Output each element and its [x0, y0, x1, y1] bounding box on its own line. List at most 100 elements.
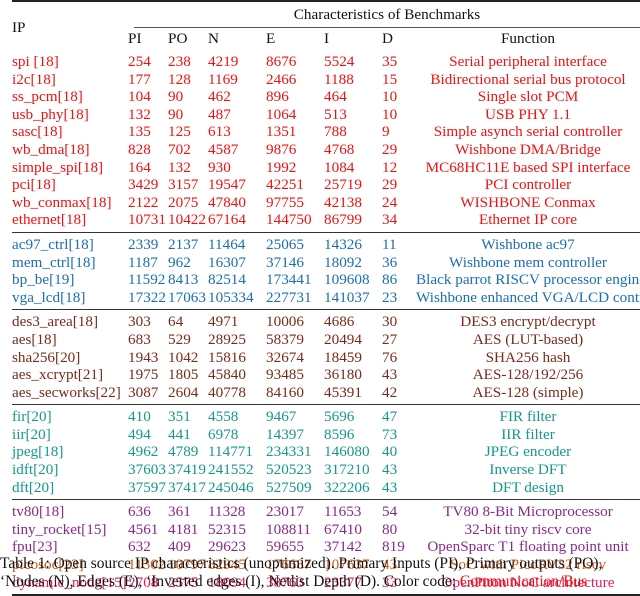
cell-po: 1805: [168, 366, 199, 384]
cell-n: 245046: [208, 478, 254, 496]
cell-po: 4789: [168, 443, 199, 461]
cell-i: 45391: [324, 383, 362, 401]
cell-function: Simple asynch serial controller: [433, 123, 623, 141]
col-header-e: E: [266, 30, 276, 48]
table-row: wb_dma[18] 828 702 4587 9876 4768 29 Wishbone D…: [12, 141, 640, 159]
cell-e: 9467: [266, 404, 324, 426]
cell-ip: jpeg[18]: [12, 443, 64, 461]
cell-e: 8676: [266, 53, 297, 70]
cell-pi: 132: [128, 105, 151, 123]
cell-e: 108811: [266, 520, 311, 538]
cell-ip: simple_spi[18]: [12, 158, 104, 176]
cell-d: 80: [382, 520, 398, 538]
cell-n: 29623: [208, 538, 246, 556]
cell-d: 30: [382, 309, 416, 331]
cell-function: Wishbone enhanced VGA/LCD controller: [416, 288, 640, 306]
cell-function: PCI controller: [484, 176, 572, 194]
cell-function: OpenSparc T1 floating point unit: [427, 538, 629, 556]
cell-i: 20494: [324, 330, 362, 348]
cell-i: 322206: [324, 478, 370, 496]
cell-i: 1188: [324, 70, 354, 88]
cell-po: 441: [168, 425, 191, 443]
cell-ip: iir[20]: [12, 425, 51, 443]
cell-i: 141037: [324, 288, 370, 306]
cell-d: 43: [382, 461, 398, 479]
cell-i: 67410: [324, 520, 362, 538]
cell-po: 2604: [168, 383, 199, 401]
table-caption: Table 1: Open source IP characteristics …: [0, 555, 640, 591]
cell-n: 487: [208, 105, 231, 123]
cell-d: 29: [382, 176, 398, 194]
cell-i: 5524: [324, 53, 355, 70]
cell-n: 11464: [208, 231, 266, 254]
cell-function: Serial peripheral interface: [449, 53, 607, 70]
cell-d: 86: [382, 271, 398, 289]
cell-function: DFT design: [492, 478, 564, 496]
cell-n: 11328: [208, 499, 266, 521]
cell-ip: wb_dma[18]: [12, 140, 90, 158]
cell-po: 238: [168, 53, 191, 70]
cell-n: 28925: [208, 330, 246, 348]
cell-function: Wishbone ac97: [416, 231, 640, 254]
cell-e: 1351: [266, 123, 297, 141]
cell-e: 227731: [266, 288, 312, 306]
cell-n: 241552: [208, 461, 254, 479]
table-body: spi [18] 254 238 4219 8676 5524 35 Serial perip…: [12, 50, 640, 596]
cell-pi: 683: [128, 330, 151, 348]
cell-i: 36180: [324, 366, 362, 384]
cell-ip: fir[20]: [12, 404, 128, 426]
cell-e: 10006: [266, 309, 324, 331]
cell-ip: spi [18]: [12, 53, 59, 70]
cell-function: Bidirectional serial bus protocol: [430, 70, 626, 88]
cell-function: USB PHY 1.1: [485, 105, 571, 123]
cell-d: 54: [382, 499, 416, 521]
cell-po: 132: [168, 158, 191, 176]
cell-e: 23017: [266, 499, 324, 521]
cell-ip: tiny_rocket[15]: [12, 520, 107, 538]
cell-e: 9876: [266, 140, 297, 158]
col-header-i: I: [324, 30, 330, 48]
cell-e: 93485: [266, 366, 304, 384]
cell-d: 9: [382, 123, 390, 141]
cell-pi: 410: [128, 404, 168, 426]
cell-n: 47840: [208, 193, 246, 211]
cell-function: SHA256 hash: [485, 348, 571, 366]
cell-ip: ss_pcm[18]: [12, 88, 83, 106]
cell-n: 930: [208, 158, 231, 176]
cell-i: 8596: [324, 425, 355, 443]
cell-pi: 37597: [128, 478, 166, 496]
cell-po: 3157: [168, 176, 199, 194]
cell-pi: 135: [128, 123, 151, 141]
cell-po: 8413: [168, 271, 199, 289]
cell-d: 11: [382, 231, 416, 254]
cell-i: 317210: [324, 461, 370, 479]
cell-e: 97755: [266, 193, 304, 211]
cell-d: 35: [382, 53, 398, 70]
cell-po: 10422: [168, 211, 206, 229]
cell-pi: 17322: [128, 288, 166, 306]
table-row: fpu[23] 632 409 29623 59655 37142 819 OpenSparc…: [12, 538, 640, 556]
cell-pi: 3087: [128, 383, 159, 401]
cell-i: 4768: [324, 140, 355, 158]
cell-po: 2075: [168, 193, 199, 211]
cell-n: 4558: [208, 404, 266, 426]
cell-e: 58379: [266, 330, 304, 348]
cell-pi: 37603: [128, 461, 166, 479]
cell-e: 1064: [266, 105, 297, 123]
cell-po: 37419: [168, 461, 206, 479]
table-row: aes_xcrypt[21] 1975 1805 45840 93485 36180 43 A…: [12, 366, 640, 384]
cell-po: 90: [168, 88, 184, 106]
cell-pi: 636: [128, 499, 168, 521]
cell-po: 64: [168, 309, 208, 331]
cell-i: 1084: [324, 158, 355, 176]
cell-n: 6978: [208, 425, 239, 443]
table-row: aes_secworks[22] 3087 2604 40778 84160 45391 4…: [12, 384, 640, 405]
cell-n: 4219: [208, 53, 239, 70]
cell-function: TV80 8-Bit Microprocessor: [416, 499, 640, 521]
table-row: ethernet[18] 10731 10422 67164 144750 86799 34…: [12, 211, 640, 232]
cell-pi: 494: [128, 425, 151, 443]
ip-header: IP: [12, 0, 128, 50]
cell-i: 18459: [324, 348, 362, 366]
cell-po: 409: [168, 538, 191, 556]
cell-po: 37417: [168, 478, 206, 496]
